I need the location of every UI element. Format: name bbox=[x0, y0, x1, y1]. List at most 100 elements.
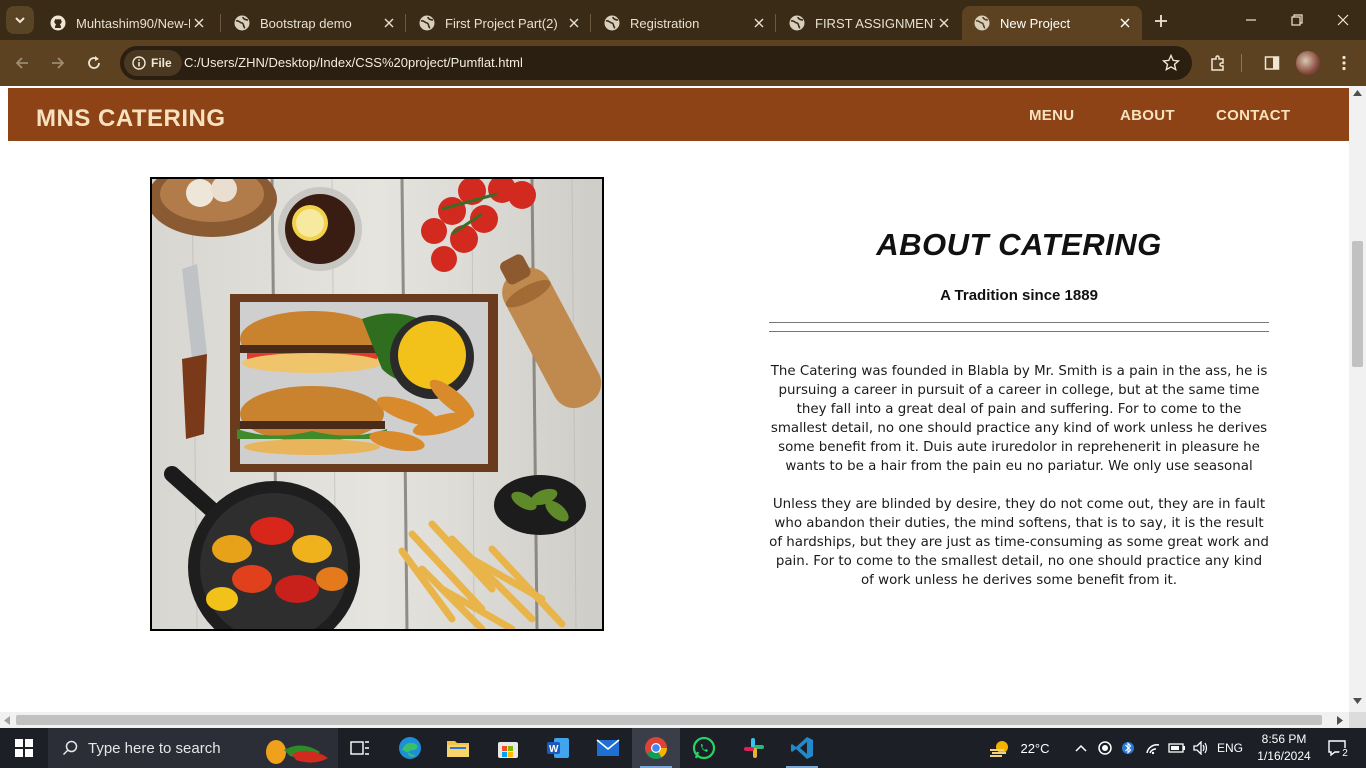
site-brand[interactable]: MNS CATERING bbox=[36, 105, 226, 133]
taskbar-app-vscode[interactable] bbox=[778, 728, 826, 768]
start-button[interactable] bbox=[0, 728, 48, 768]
globe-icon bbox=[234, 15, 250, 31]
mail-icon bbox=[596, 739, 620, 756]
tab-search-button[interactable] bbox=[6, 6, 34, 34]
windows-taskbar: Type here to search W 22°C ENG 8:56 PM 1… bbox=[0, 728, 1366, 768]
about-paragraph-1: The Catering was founded in Blabla by Mr… bbox=[770, 364, 1268, 474]
food-spread-illustration bbox=[152, 179, 602, 629]
battery-tray-icon[interactable] bbox=[1166, 728, 1188, 768]
nav-link-about[interactable]: ABOUT bbox=[1120, 107, 1175, 124]
taskbar-app-whatsapp[interactable] bbox=[680, 728, 728, 768]
nav-link-menu[interactable]: MENU bbox=[1029, 107, 1074, 124]
side-panel-button[interactable] bbox=[1260, 51, 1284, 75]
tab-label: Bootstrap demo bbox=[260, 15, 352, 31]
bluetooth-tray-icon[interactable] bbox=[1118, 728, 1138, 768]
taskbar-app-slack[interactable] bbox=[730, 728, 778, 768]
back-button[interactable] bbox=[8, 49, 36, 77]
star-icon[interactable] bbox=[1162, 54, 1180, 72]
tab-separator bbox=[590, 14, 591, 32]
close-icon[interactable] bbox=[1116, 14, 1134, 32]
taskbar-app-file-explorer[interactable] bbox=[434, 728, 482, 768]
record-tray-icon[interactable] bbox=[1094, 728, 1116, 768]
vertical-scroll-thumb[interactable] bbox=[1352, 241, 1363, 367]
taskbar-app-store[interactable] bbox=[484, 728, 532, 768]
close-icon bbox=[1337, 14, 1349, 26]
close-icon[interactable] bbox=[750, 14, 768, 32]
slack-icon bbox=[744, 738, 764, 758]
horizontal-scrollbar[interactable] bbox=[0, 712, 1349, 728]
taskbar-app-mail[interactable] bbox=[584, 728, 632, 768]
notification-center-button[interactable]: 2 bbox=[1322, 728, 1352, 768]
site-header: MNS CATERING MENU ABOUT CONTACT bbox=[8, 88, 1349, 141]
globe-icon bbox=[789, 15, 805, 31]
taskbar-app-edge[interactable] bbox=[386, 728, 434, 768]
chevron-down-icon bbox=[15, 17, 25, 24]
search-placeholder: Type here to search bbox=[88, 739, 221, 757]
scroll-right-icon[interactable] bbox=[1337, 716, 1343, 725]
tab-registration[interactable]: Registration bbox=[592, 6, 776, 40]
input-language-indicator[interactable]: ENG bbox=[1214, 728, 1246, 768]
browser-tab-strip: Muhtashim90/New-P Bootstrap demo First P… bbox=[0, 0, 1366, 40]
close-icon[interactable] bbox=[935, 14, 953, 32]
scroll-left-icon[interactable] bbox=[4, 716, 10, 725]
taskbar-app-word[interactable]: W bbox=[534, 728, 582, 768]
tab-first-assignment[interactable]: FIRST ASSIGNMENT bbox=[777, 6, 961, 40]
taskbar-search-box[interactable]: Type here to search bbox=[48, 728, 338, 768]
minimize-button[interactable] bbox=[1228, 6, 1274, 34]
store-icon bbox=[498, 742, 518, 758]
record-icon bbox=[1098, 741, 1112, 755]
folder-icon bbox=[447, 741, 469, 757]
close-icon[interactable] bbox=[565, 14, 583, 32]
tab-bootstrap-demo[interactable]: Bootstrap demo bbox=[222, 6, 406, 40]
taskbar-app-chrome[interactable] bbox=[632, 728, 680, 768]
reload-button[interactable] bbox=[80, 49, 108, 77]
scroll-down-icon[interactable] bbox=[1353, 698, 1362, 704]
scheme-label: File bbox=[151, 56, 172, 70]
more-vertical-icon bbox=[1342, 55, 1346, 71]
edge-icon bbox=[399, 737, 421, 759]
tab-separator bbox=[775, 14, 776, 32]
show-hidden-icons-button[interactable] bbox=[1070, 728, 1092, 768]
battery-icon bbox=[1168, 743, 1185, 753]
weather-icon bbox=[990, 741, 1009, 757]
forward-button[interactable] bbox=[44, 49, 72, 77]
address-bar[interactable]: File C:/Users/ZHN/Desktop/Index/CSS%20pr… bbox=[120, 46, 1192, 80]
scroll-up-icon[interactable] bbox=[1353, 90, 1362, 96]
about-paragraph-2: Unless they are blinded by desire, they … bbox=[769, 497, 1269, 588]
peppers-illustration-icon bbox=[266, 740, 328, 764]
reload-icon bbox=[88, 56, 100, 69]
tab-new-project[interactable]: New Project bbox=[962, 6, 1142, 40]
profile-avatar[interactable] bbox=[1296, 51, 1320, 75]
chrome-icon bbox=[645, 737, 667, 759]
task-view-button[interactable] bbox=[336, 728, 384, 768]
system-clock[interactable]: 8:56 PM 1/16/2024 bbox=[1246, 731, 1322, 765]
site-info-chip[interactable]: File bbox=[124, 50, 182, 76]
restore-icon bbox=[1291, 14, 1303, 26]
close-icon[interactable] bbox=[380, 14, 398, 32]
clock-time: 8:56 PM bbox=[1261, 732, 1307, 746]
arrow-left-icon bbox=[15, 57, 28, 69]
tab-label: Muhtashim90/New-P bbox=[76, 15, 190, 31]
volume-tray-icon[interactable] bbox=[1190, 728, 1212, 768]
side-panel-icon bbox=[1264, 56, 1280, 70]
new-tab-button[interactable] bbox=[1148, 8, 1174, 34]
close-window-button[interactable] bbox=[1320, 6, 1366, 34]
svg-text:W: W bbox=[549, 744, 559, 755]
wifi-tray-icon[interactable] bbox=[1142, 728, 1164, 768]
close-icon[interactable] bbox=[190, 14, 208, 32]
globe-icon bbox=[974, 15, 990, 31]
restore-button[interactable] bbox=[1274, 6, 1320, 34]
nav-link-contact[interactable]: CONTACT bbox=[1216, 107, 1290, 124]
url-text[interactable]: C:/Users/ZHN/Desktop/Index/CSS%20project… bbox=[184, 55, 523, 70]
browser-menu-button[interactable] bbox=[1332, 51, 1356, 75]
page-viewport: MNS CATERING MENU ABOUT CONTACT ABOUT CA… bbox=[0, 86, 1349, 712]
weather-widget[interactable]: 22°C bbox=[984, 728, 1054, 768]
puzzle-icon bbox=[1211, 55, 1224, 71]
horizontal-scroll-thumb[interactable] bbox=[16, 715, 1322, 725]
globe-icon bbox=[419, 15, 435, 31]
tab-github[interactable]: Muhtashim90/New-P bbox=[38, 6, 216, 40]
word-icon: W bbox=[547, 738, 569, 758]
extensions-button[interactable] bbox=[1206, 51, 1230, 75]
tab-first-project[interactable]: First Project Part(2) bbox=[407, 6, 591, 40]
vertical-scrollbar[interactable] bbox=[1349, 86, 1366, 712]
